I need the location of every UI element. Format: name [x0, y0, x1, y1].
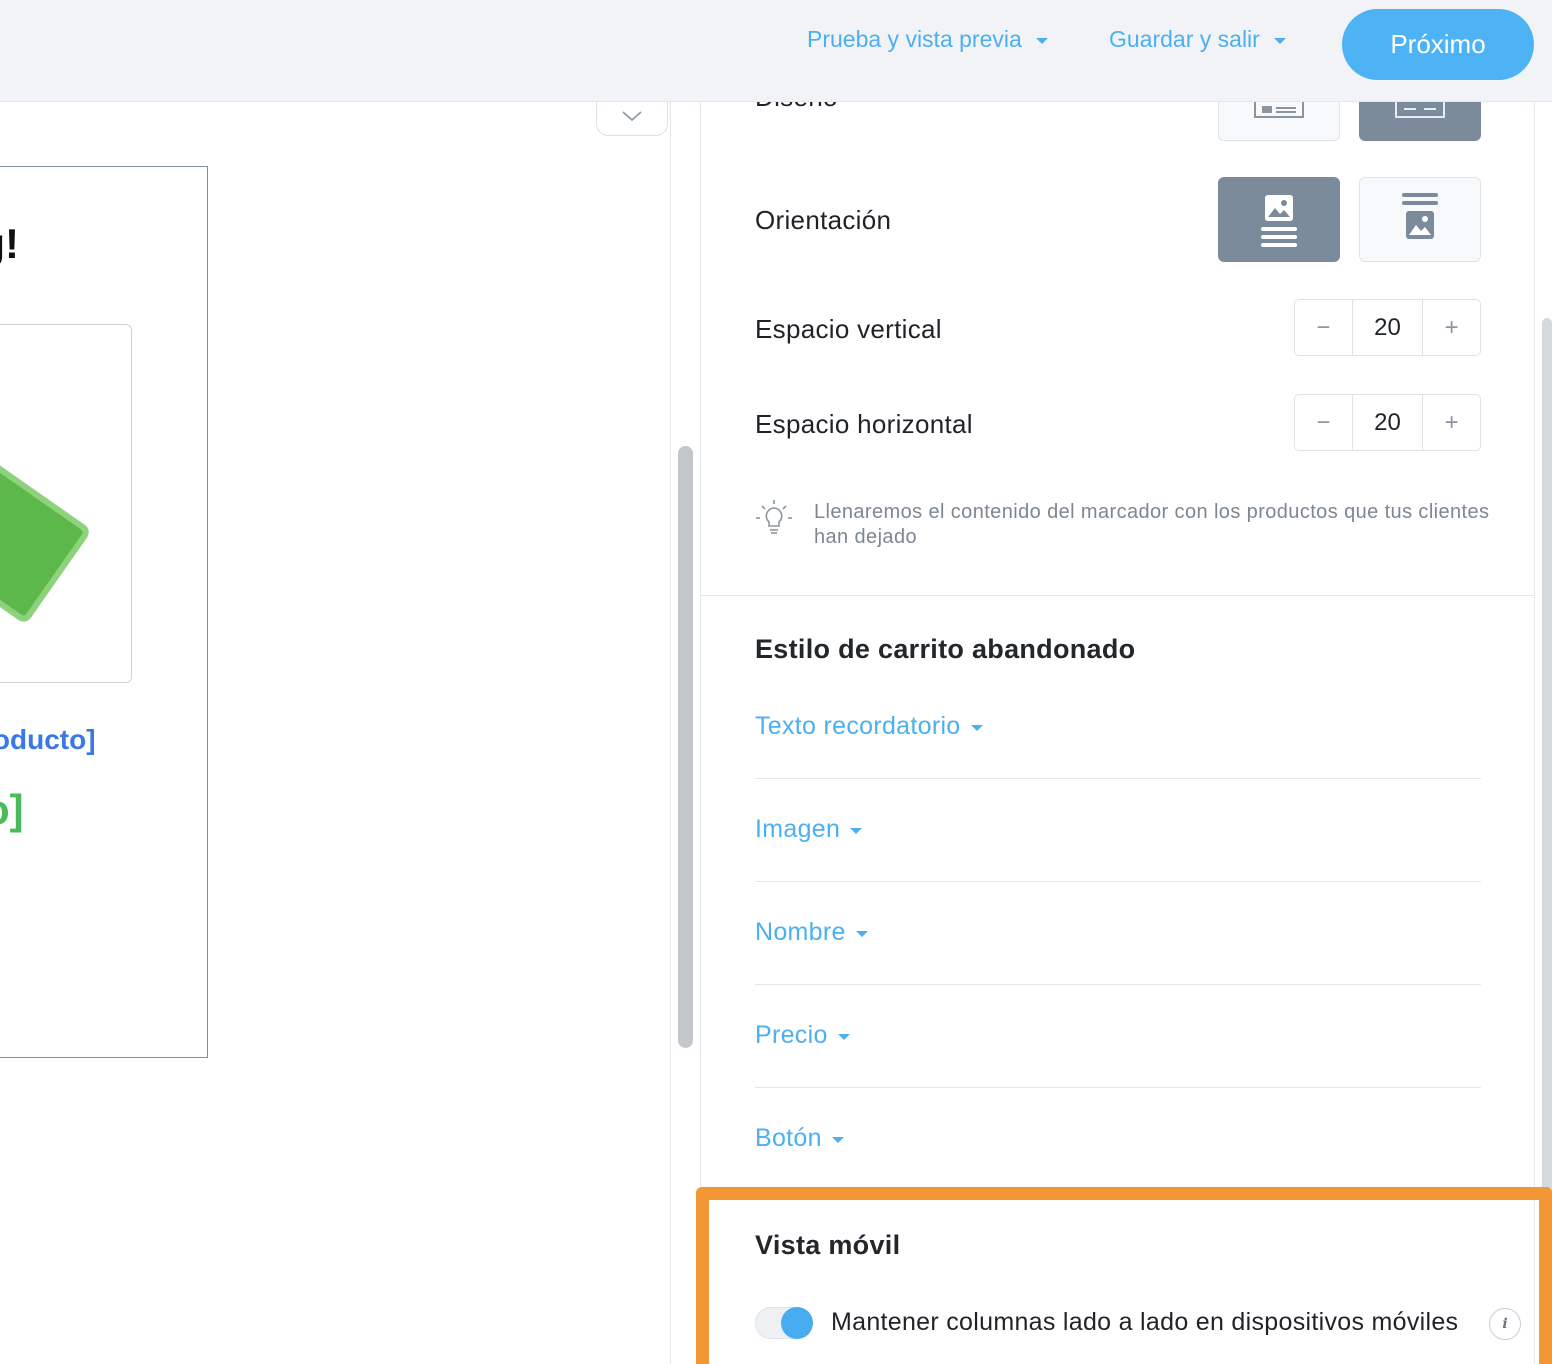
- orientation-label: Orientación: [755, 205, 892, 235]
- info-icon[interactable]: i: [1489, 1308, 1521, 1340]
- product-image-card: [0, 324, 132, 683]
- vertical-spacing-stepper: − 20 +: [1294, 299, 1481, 356]
- preview-scrollbar[interactable]: [678, 446, 693, 1048]
- settings-panel: Diseño Orientación: [700, 102, 1535, 1364]
- vertical-spacing-value[interactable]: 20: [1351, 300, 1424, 355]
- layout-grid-icon: [1395, 102, 1445, 118]
- save-exit-label: Guardar y salir: [1109, 26, 1260, 52]
- design-option-list[interactable]: [1218, 102, 1340, 141]
- orientation-image-bottom[interactable]: [1359, 177, 1481, 262]
- save-exit-menu[interactable]: Guardar y salir: [1109, 26, 1286, 53]
- accordion-divider: [755, 984, 1481, 985]
- accordion-divider: [755, 1087, 1481, 1088]
- horizontal-spacing-value[interactable]: 20: [1351, 395, 1424, 450]
- product-image: [0, 444, 89, 622]
- panel-scrollbar[interactable]: [1542, 318, 1552, 1364]
- accordion-label: Imagen: [755, 815, 841, 843]
- horizontal-spacing-stepper: − 20 +: [1294, 394, 1481, 451]
- product-price-placeholder: o]: [0, 786, 24, 833]
- caret-down-icon: [1273, 37, 1286, 44]
- chevron-down-icon: [622, 110, 642, 121]
- caret-down-icon: [850, 827, 863, 834]
- accordion-name[interactable]: Nombre: [755, 918, 868, 947]
- orientation-image-top[interactable]: [1218, 177, 1340, 262]
- section-divider: [701, 595, 1534, 596]
- caret-down-icon: [855, 930, 868, 937]
- decrement-button[interactable]: −: [1295, 395, 1352, 450]
- keep-columns-label: Mantener columnas lado a lado en disposi…: [831, 1308, 1459, 1336]
- product-name-placeholder: roducto]: [0, 724, 96, 755]
- cart-style-title: Estilo de carrito abandonado: [755, 634, 1136, 664]
- mobile-view-title: Vista móvil: [755, 1230, 901, 1260]
- layout-list-icon: [1254, 102, 1304, 118]
- lightbulb-icon: [756, 500, 792, 534]
- collapse-toggle[interactable]: [596, 102, 668, 136]
- top-toolbar: Prueba y vista previa Guardar y salir Pr…: [0, 0, 1552, 102]
- vertical-spacing-label: Espacio vertical: [755, 314, 942, 344]
- accordion-image[interactable]: Imagen: [755, 815, 863, 844]
- increment-button[interactable]: +: [1423, 395, 1480, 450]
- design-option-grid[interactable]: [1359, 102, 1481, 141]
- accordion-reminder-text[interactable]: Texto recordatorio: [755, 712, 983, 741]
- placeholder-hint: Llenaremos el contenido del marcador con…: [814, 501, 1490, 548]
- decrement-button[interactable]: −: [1295, 300, 1352, 355]
- accordion-divider: [755, 881, 1481, 882]
- accordion-label: Texto recordatorio: [755, 712, 961, 740]
- increment-button[interactable]: +: [1423, 300, 1480, 355]
- next-button[interactable]: Próximo: [1342, 9, 1534, 80]
- image-top-icon: [1261, 194, 1297, 247]
- accordion-label: Botón: [755, 1124, 822, 1152]
- caret-down-icon: [1035, 37, 1048, 44]
- caret-down-icon: [837, 1033, 850, 1040]
- email-preview: ing! roducto] o]: [0, 102, 671, 1364]
- keep-columns-toggle[interactable]: [755, 1307, 813, 1339]
- design-label: Diseño: [755, 102, 838, 113]
- test-preview-label: Prueba y vista previa: [807, 26, 1022, 52]
- accordion-label: Precio: [755, 1021, 828, 1049]
- caret-down-icon: [970, 724, 983, 731]
- accordion-divider: [755, 778, 1481, 779]
- horizontal-spacing-label: Espacio horizontal: [755, 409, 973, 439]
- test-preview-menu[interactable]: Prueba y vista previa: [807, 26, 1048, 53]
- email-heading: ing!: [0, 220, 19, 267]
- accordion-label: Nombre: [755, 918, 846, 946]
- accordion-button[interactable]: Botón: [755, 1124, 844, 1153]
- accordion-price[interactable]: Precio: [755, 1021, 850, 1050]
- toggle-knob: [781, 1307, 813, 1339]
- image-bottom-icon: [1402, 192, 1438, 239]
- caret-down-icon: [831, 1136, 844, 1143]
